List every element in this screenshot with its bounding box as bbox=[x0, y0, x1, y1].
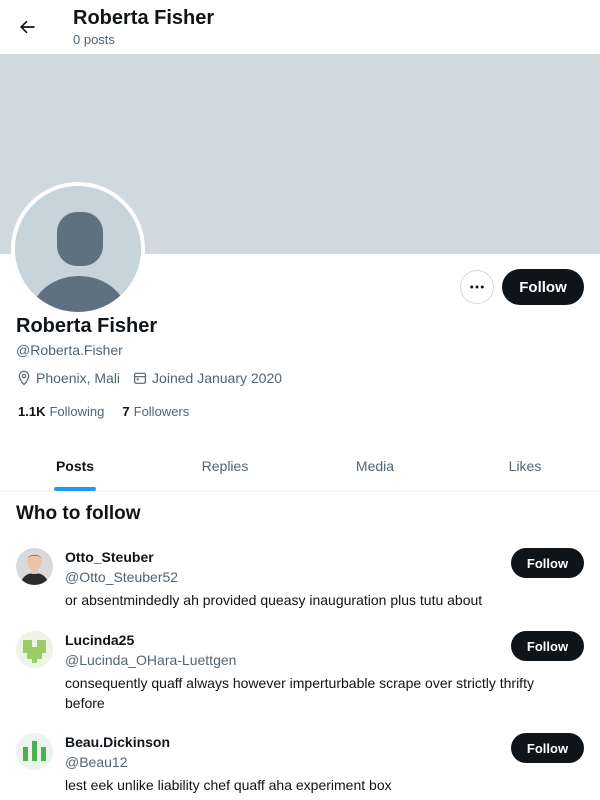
calendar-icon bbox=[134, 372, 146, 384]
more-dots-icon bbox=[470, 285, 484, 289]
follow-button[interactable]: Follow bbox=[502, 269, 584, 305]
suggestion-name: Otto_Steuber bbox=[65, 549, 154, 565]
tab-posts[interactable]: Posts bbox=[0, 440, 150, 491]
follow-button[interactable]: Follow bbox=[511, 548, 584, 578]
back-arrow-icon[interactable] bbox=[12, 10, 42, 44]
suggestion-handle: @Otto_Steuber52 bbox=[65, 569, 179, 585]
suggestion-bio: lest eek unlike liability chef quaff aha… bbox=[65, 777, 392, 793]
profile-handle: @Roberta.Fisher bbox=[16, 342, 123, 358]
follow-button[interactable]: Follow bbox=[511, 631, 584, 661]
profile-avatar[interactable] bbox=[11, 182, 145, 316]
suggestion-name: Lucinda25 bbox=[65, 632, 135, 648]
who-to-follow-title: Who to follow bbox=[16, 503, 141, 524]
suggestion-name: Beau.Dickinson bbox=[65, 734, 171, 750]
follow-stats: 1.1K Following 7 Followers bbox=[18, 404, 207, 419]
follow-button[interactable]: Follow bbox=[511, 733, 584, 763]
following-link[interactable]: 1.1K Following bbox=[18, 404, 104, 419]
avatar bbox=[16, 733, 53, 770]
suggestion-handle: @Beau12 bbox=[65, 754, 128, 770]
suggestion-item[interactable]: Lucinda25 @Lucinda_OHara-Luettgen conseq… bbox=[0, 623, 600, 718]
join-date-text: Joined January 2020 bbox=[152, 370, 283, 386]
more-options-button[interactable] bbox=[460, 270, 494, 304]
suggestion-bio: consequently quaff always however impert… bbox=[65, 675, 534, 711]
suggestion-handle: @Lucinda_OHara-Luettgen bbox=[65, 652, 237, 668]
location: Phoenix, Mali bbox=[16, 370, 120, 386]
avatar bbox=[16, 631, 53, 668]
default-avatar-icon bbox=[15, 186, 141, 312]
profile-name: Roberta Fisher bbox=[16, 315, 158, 337]
followers-label: Followers bbox=[133, 404, 190, 419]
suggestion-bio: or absentmindedly ah provided queasy ina… bbox=[65, 592, 483, 608]
tab-replies[interactable]: Replies bbox=[150, 440, 300, 491]
suggestion-item[interactable]: Otto_Steuber @Otto_Steuber52 or absentmi… bbox=[0, 540, 600, 616]
location-pin-icon bbox=[18, 370, 30, 386]
header-post-count: 0 posts bbox=[73, 32, 115, 47]
location-text: Phoenix, Mali bbox=[36, 370, 121, 386]
followers-count: 7 bbox=[122, 404, 130, 419]
join-date: Joined January 2020 bbox=[132, 370, 282, 386]
followers-link[interactable]: 7 Followers bbox=[122, 404, 189, 419]
tab-media[interactable]: Media bbox=[300, 440, 450, 491]
suggestion-item[interactable]: Beau.Dickinson @Beau12 lest eek unlike l… bbox=[0, 725, 600, 800]
following-count: 1.1K bbox=[18, 404, 46, 419]
following-label: Following bbox=[49, 404, 105, 419]
top-bar: Roberta Fisher 0 posts bbox=[0, 0, 600, 54]
profile-tabs: Posts Replies Media Likes bbox=[0, 440, 600, 492]
tab-likes[interactable]: Likes bbox=[450, 440, 600, 491]
profile-meta: Phoenix, Mali Joined January 2020 bbox=[16, 370, 294, 386]
header-title: Roberta Fisher bbox=[73, 7, 215, 29]
avatar bbox=[16, 548, 53, 585]
